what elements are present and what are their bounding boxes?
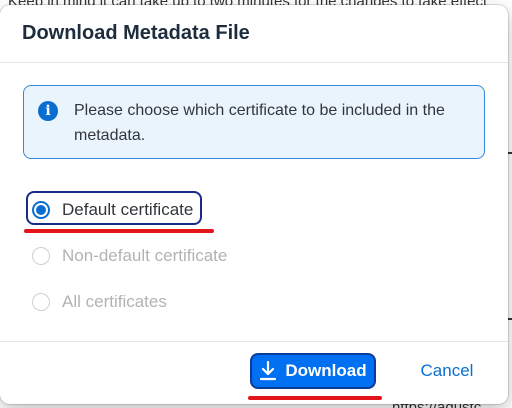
radio-non-default-certificate[interactable]: Non-default certificate [28, 237, 227, 275]
radio-button[interactable] [32, 293, 50, 311]
dialog-footer: Download Cancel [0, 341, 508, 404]
download-icon [260, 361, 277, 381]
download-metadata-dialog: Download Metadata File i Please choose w… [0, 5, 508, 404]
dialog-title: Download Metadata File [22, 22, 250, 44]
radio-label: Non-default certificate [62, 246, 228, 265]
radio-all-certificates[interactable]: All certificates [28, 283, 227, 321]
annotation-underline [24, 229, 214, 233]
cancel-button[interactable]: Cancel [405, 353, 489, 389]
radio-default-certificate[interactable]: Default certificate [26, 191, 227, 229]
radio-button[interactable] [32, 247, 50, 265]
download-button[interactable]: Download [250, 353, 376, 389]
download-button-label: Download [285, 361, 367, 380]
radio-selected-dot [36, 205, 46, 215]
dialog-header: Download Metadata File [0, 5, 508, 63]
info-icon: i [38, 101, 58, 121]
info-message-text: Please choose which certificate to be in… [74, 102, 445, 144]
radio-label: All certificates [62, 292, 167, 311]
info-message-strip: i Please choose which certificate to be … [23, 85, 485, 159]
annotation-underline [248, 396, 382, 400]
radio-label: Default certificate [62, 200, 194, 219]
radio-button[interactable] [32, 201, 50, 219]
certificate-radio-group: Default certificate Non-default certific… [26, 191, 227, 329]
